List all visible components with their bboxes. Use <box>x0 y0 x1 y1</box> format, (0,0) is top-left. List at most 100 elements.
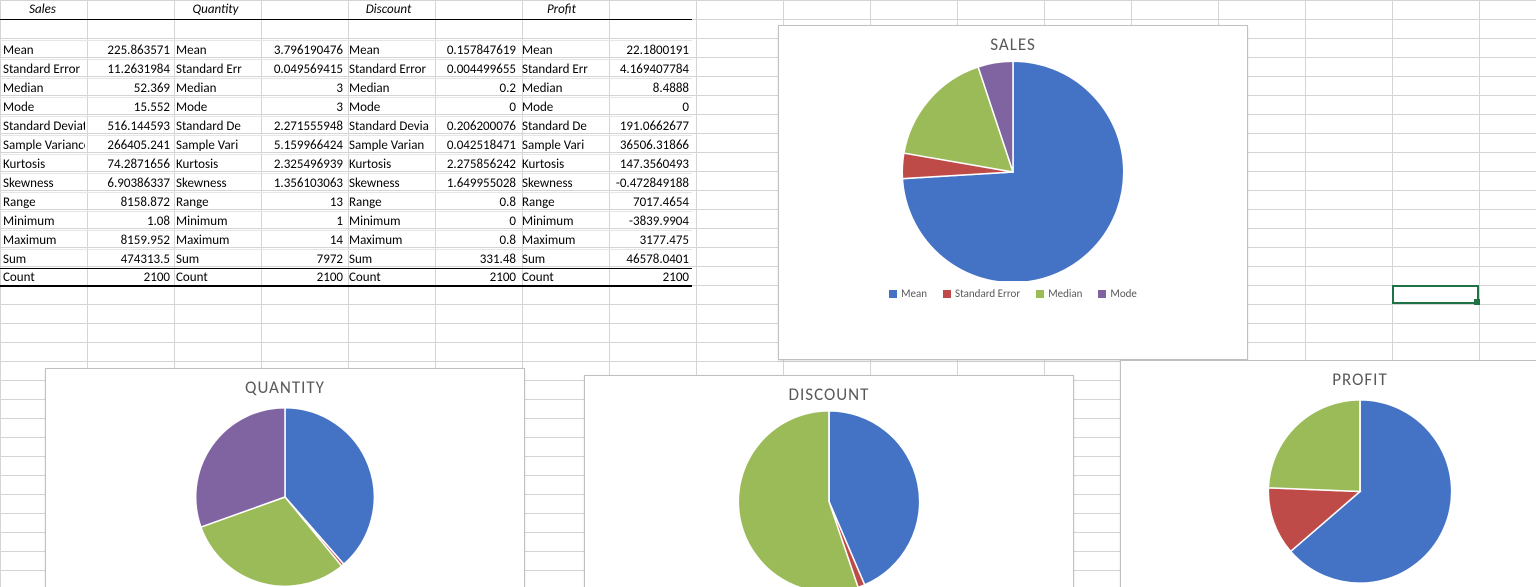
stat-value: 8159.952 <box>85 232 173 249</box>
stat-row[interactable]: Standard Deviation516.144593 <box>0 116 173 135</box>
stat-row[interactable]: Standard Error11.2631984 <box>0 59 173 78</box>
stat-label: Range <box>173 194 258 211</box>
stat-row[interactable]: Maximum0.8 <box>346 230 519 249</box>
stat-value: 2.325496939 <box>258 156 346 173</box>
stat-label: Range <box>346 194 431 211</box>
stat-value: 13 <box>258 194 346 211</box>
stat-row[interactable]: Standard Err0.049569415 <box>173 59 346 78</box>
stat-row[interactable]: Kurtosis2.325496939 <box>173 154 346 173</box>
legend-swatch <box>1036 290 1044 298</box>
stat-row[interactable]: Kurtosis147.3560493 <box>519 154 692 173</box>
stat-row[interactable]: Minimum-3839.9904 <box>519 211 692 230</box>
stat-row[interactable]: Median3 <box>173 78 346 97</box>
stat-row[interactable]: Range7017.4654 <box>519 192 692 211</box>
stat-row[interactable]: Median8.4888 <box>519 78 692 97</box>
stat-row[interactable]: Median52.369 <box>0 78 173 97</box>
stat-value: 8158.872 <box>85 194 173 211</box>
stat-row[interactable]: Mode0 <box>346 97 519 116</box>
stat-row[interactable]: Standard Err4.169407784 <box>519 59 692 78</box>
stat-row[interactable]: Mean0.157847619 <box>346 40 519 59</box>
stat-value: 8.4888 <box>604 80 692 97</box>
stat-value: 2100 <box>85 269 173 286</box>
stat-label: Standard Error <box>0 61 85 78</box>
stat-value: 3 <box>258 80 346 97</box>
stat-row[interactable]: Sample Vari5.159966424 <box>173 135 346 154</box>
stat-row[interactable]: Range8158.872 <box>0 192 173 211</box>
stat-row[interactable]: Mean3.796190476 <box>173 40 346 59</box>
stat-label: Sample Variance <box>0 137 85 154</box>
stat-row[interactable]: Skewness-0.472849188 <box>519 173 692 192</box>
stat-value: 5.159966424 <box>258 137 346 154</box>
stat-row[interactable]: Sum7972 <box>173 249 346 268</box>
stat-label: Standard Err <box>173 61 258 78</box>
stat-value: 0.042518471 <box>431 137 519 154</box>
stat-label: Standard Deviation <box>0 118 85 135</box>
stat-label: Sum <box>0 251 85 268</box>
stat-row[interactable]: Minimum1.08 <box>0 211 173 230</box>
stat-label: Kurtosis <box>346 156 431 173</box>
stat-row[interactable]: Minimum0 <box>346 211 519 230</box>
stat-row[interactable]: Standard De191.0662677 <box>519 116 692 135</box>
stat-row[interactable]: Standard Devia0.206200076 <box>346 116 519 135</box>
stat-row[interactable]: Standard De2.271555948 <box>173 116 346 135</box>
stat-row[interactable]: Range13 <box>173 192 346 211</box>
stat-label: Mode <box>0 99 85 116</box>
stat-row[interactable]: Minimum1 <box>173 211 346 230</box>
stat-value: 2100 <box>604 269 692 286</box>
stat-value: 1.08 <box>85 213 173 230</box>
stat-row[interactable]: Skewness1.356103063 <box>173 173 346 192</box>
stat-row[interactable]: Count2100 <box>173 268 346 287</box>
chart-legend: MeanStandard ErrorMedianMode <box>889 287 1137 300</box>
pie-svg <box>185 398 385 587</box>
chart-title: QUANTITY <box>245 377 325 398</box>
stat-label: Minimum <box>519 213 604 230</box>
stat-value: 0.8 <box>431 194 519 211</box>
stat-value: 15.552 <box>85 99 173 116</box>
stat-value: 2.275856242 <box>431 156 519 173</box>
chart-quantity[interactable]: QUANTITY <box>45 368 525 587</box>
stat-value: 0 <box>431 99 519 116</box>
stat-value: 0 <box>431 213 519 230</box>
chart-discount[interactable]: DISCOUNT <box>584 375 1074 587</box>
stat-row[interactable]: Count2100 <box>519 268 692 287</box>
stat-row[interactable]: Kurtosis2.275856242 <box>346 154 519 173</box>
stat-row[interactable]: Sum474313.5 <box>0 249 173 268</box>
stat-label: Minimum <box>173 213 258 230</box>
stat-row[interactable]: Count2100 <box>0 268 173 287</box>
stat-row[interactable]: Mean22.1800191 <box>519 40 692 59</box>
chart-profit[interactable]: PROFIT <box>1120 360 1536 587</box>
stat-row[interactable]: Standard Error0.004499655 <box>346 59 519 78</box>
stat-value: 1.649955028 <box>431 175 519 192</box>
stat-label: Sum <box>346 251 431 268</box>
stat-label: Mean <box>519 42 604 59</box>
stat-row[interactable]: Mode15.552 <box>0 97 173 116</box>
stat-row[interactable]: Kurtosis74.2871656 <box>0 154 173 173</box>
stat-value: 225.863571 <box>85 42 173 59</box>
stat-row[interactable]: Mean225.863571 <box>0 40 173 59</box>
stat-row[interactable]: Maximum3177.475 <box>519 230 692 249</box>
legend-label: Mode <box>1110 287 1136 300</box>
stat-row[interactable]: Range0.8 <box>346 192 519 211</box>
stat-row[interactable]: Mode0 <box>519 97 692 116</box>
stat-value: 7017.4654 <box>604 194 692 211</box>
chart-sales[interactable]: SALES MeanStandard ErrorMedianMode <box>778 25 1248 360</box>
stat-row[interactable]: Skewness6.90386337 <box>0 173 173 192</box>
stat-row[interactable]: Skewness1.649955028 <box>346 173 519 192</box>
stat-row[interactable]: Median0.2 <box>346 78 519 97</box>
stat-row[interactable]: Maximum14 <box>173 230 346 249</box>
stat-row[interactable]: Mode3 <box>173 97 346 116</box>
stat-label: Skewness <box>346 175 431 192</box>
stat-label: Mean <box>173 42 258 59</box>
stat-row[interactable]: Sum46578.0401 <box>519 249 692 268</box>
stat-row[interactable]: Sum331.48 <box>346 249 519 268</box>
stat-label: Kurtosis <box>0 156 85 173</box>
stat-row[interactable]: Sample Vari36506.31866 <box>519 135 692 154</box>
stat-row[interactable]: Sample Varian0.042518471 <box>346 135 519 154</box>
stat-row[interactable]: Sample Variance266405.241 <box>0 135 173 154</box>
stat-row[interactable]: Maximum8159.952 <box>0 230 173 249</box>
stat-label: Standard De <box>519 118 604 135</box>
stats-table[interactable]: SalesMean225.863571Standard Error11.2631… <box>0 0 692 287</box>
stat-label: Minimum <box>346 213 431 230</box>
stat-value: 0.004499655 <box>431 61 519 78</box>
stat-row[interactable]: Count2100 <box>346 268 519 287</box>
